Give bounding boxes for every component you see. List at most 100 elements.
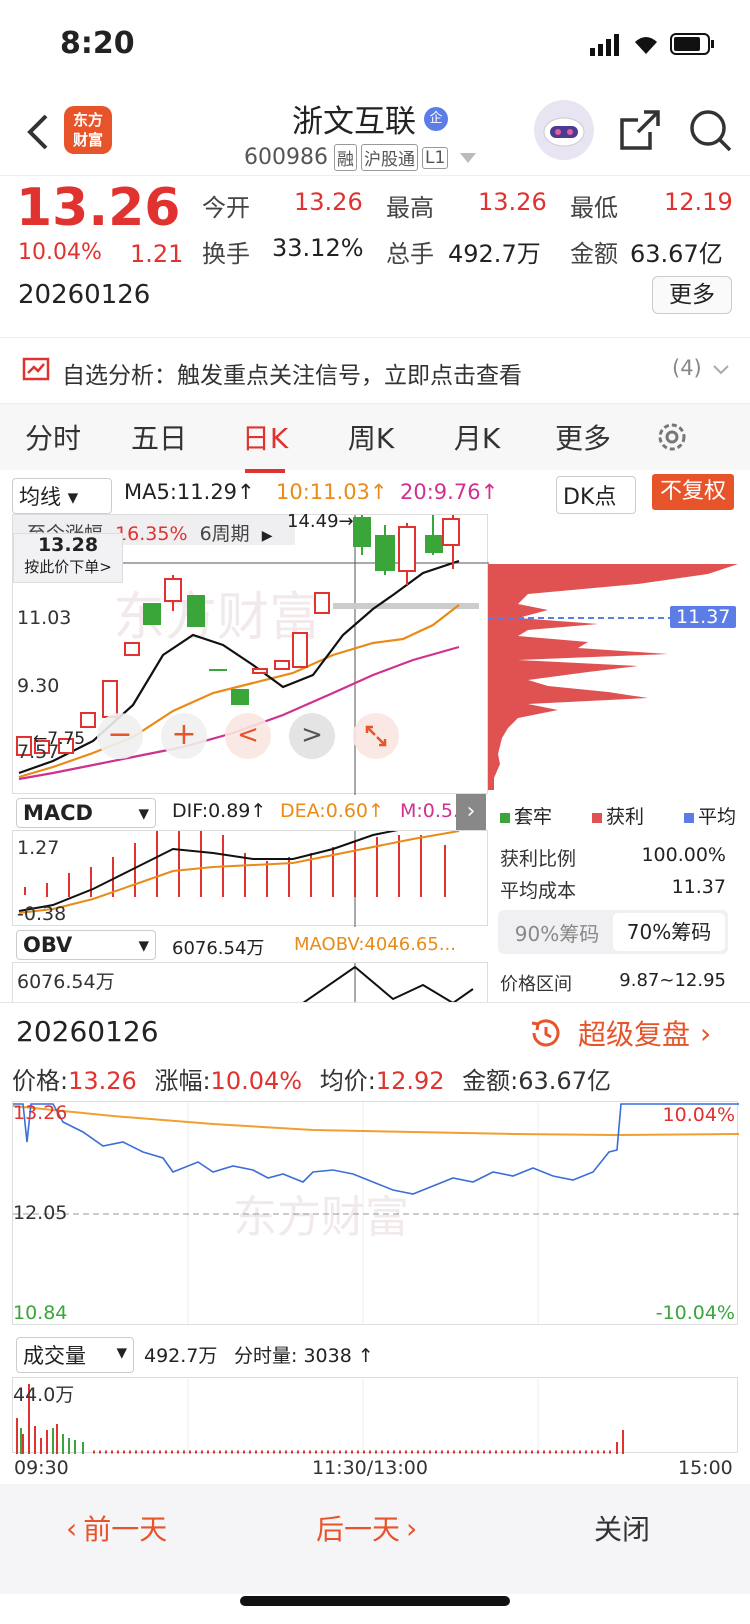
pct-label: 涨幅: — [154, 1067, 211, 1095]
ma-select[interactable]: 均线 ▾ — [12, 478, 112, 514]
volume-chart[interactable]: 44.0万 — [12, 1377, 738, 1454]
stock-title[interactable]: 浙文互联 企 — [292, 96, 448, 141]
obv-select[interactable]: OBV ▾ — [16, 930, 156, 960]
macd-header: MACD ▾ DIF:0.89↑ DEA:0.60↑ M:0.5... › — [0, 794, 488, 830]
change-pct: 10.04% — [18, 240, 102, 265]
zoom-out-button[interactable]: − — [97, 713, 143, 759]
status-bar: 8:20 — [0, 0, 750, 90]
legend-trapped: 套牢 — [500, 802, 552, 829]
chart-alert-icon — [22, 357, 50, 381]
tab-timeshare[interactable]: 分时 — [0, 417, 106, 457]
macd-top-label: 1.27 — [17, 837, 60, 859]
robot-icon — [543, 117, 585, 147]
close-button[interactable]: 关闭 — [594, 1508, 650, 1548]
macd-dif: DIF:0.89↑ — [172, 800, 267, 822]
timeshare-svg: 东方财富 — [13, 1102, 739, 1326]
tab-five-day[interactable]: 五日 — [106, 417, 212, 457]
high-label: 最高 — [386, 194, 434, 222]
high-mark: 14.49→ — [287, 511, 354, 532]
ts-amount-label: 金额: — [462, 1067, 519, 1095]
super-replay-button[interactable]: 超级复盘 › — [526, 1013, 711, 1053]
change-value: 1.21 — [130, 240, 184, 268]
order-price-box[interactable]: 13.28 按此价下单> — [13, 533, 123, 583]
analysis-alert[interactable]: 自选分析：触发重点关注信号，立即点击查看 (4) — [0, 338, 750, 404]
wifi-icon — [635, 37, 657, 54]
ma10-text: 10:11.03 — [276, 480, 370, 504]
tab-daily-k-label: 日K — [241, 422, 289, 455]
dropdown-icon[interactable] — [460, 152, 477, 163]
tab-monthly-k[interactable]: 月K — [424, 417, 530, 457]
more-button[interactable]: 更多 — [652, 276, 732, 314]
badge-level: L1 — [421, 146, 449, 169]
dk-label: DK点 — [563, 485, 617, 510]
kline-header: 均线 ▾ MA5:11.29↑ 10:11.03↑ 20:9.76↑ DK点 不… — [0, 470, 750, 514]
y-label-1: 11.03 — [17, 607, 72, 629]
avg-cost-value: 11.37 — [671, 876, 726, 898]
low-value: 12.19 — [664, 188, 733, 216]
obv-chart[interactable]: 6076.54万 — [12, 962, 488, 1002]
obv-header: OBV ▾ 6076.54万 MAOBV:4046.65... — [0, 928, 488, 962]
chip-legend: 套牢 获利 平均 — [500, 802, 736, 829]
zoom-in-button[interactable]: + — [161, 713, 207, 759]
legend-average: 平均 — [683, 802, 736, 829]
period-tabs: 分时 五日 日K 周K 月K 更多 — [0, 404, 750, 473]
ma20-text: 20:9.76 — [400, 480, 481, 504]
nav-bar: 东方 财富 浙文互联 企 600986 融 沪股通 L1 — [0, 90, 750, 176]
chip-svg — [488, 564, 738, 790]
next-day-button[interactable]: 后一天 › — [316, 1508, 417, 1548]
macd-select[interactable]: MACD ▾ — [16, 798, 156, 828]
price-range-value: 9.87~12.95 — [619, 970, 726, 991]
chip-toggle: 90%筹码 70%筹码 — [498, 910, 728, 954]
chip-stats: 套牢 获利 平均 获利比例 100.00% 平均成本 11.37 90%筹码 7… — [488, 796, 738, 1002]
move-right-button[interactable]: > — [289, 713, 335, 759]
fuquan-button[interactable]: 不复权 — [652, 474, 734, 510]
tab-daily-k[interactable]: 日K — [212, 417, 318, 473]
search-icon[interactable] — [688, 108, 732, 154]
volume-svg — [16, 1378, 624, 1454]
open-value: 13.26 — [294, 188, 363, 216]
pct-value: 10.04% — [210, 1067, 303, 1095]
amount-value: 63.67亿 — [630, 240, 723, 268]
chip-distribution[interactable]: 11.37 — [488, 514, 738, 794]
chip70-tab[interactable]: 70%筹码 — [613, 913, 725, 951]
move-left-button[interactable]: < — [225, 713, 271, 759]
volume-minute: 分时量: 3038 ↑ — [234, 1345, 374, 1367]
super-replay-label: 超级复盘 — [578, 1018, 691, 1051]
tab-more[interactable]: 更多 — [530, 417, 636, 457]
timeshare-chart[interactable]: 东方财富 13.26 12.05 10.84 10.04% -10.04% — [12, 1101, 739, 1326]
kline-chart[interactable]: 东方财富 16.35% 6周期 ▶ 14.49→ 13.28 按此价下单> 11… — [12, 511, 489, 795]
price-value: 13.26 — [68, 1067, 137, 1095]
prev-day-button[interactable]: ‹ 前一天 — [66, 1508, 167, 1548]
timeshare-date: 20260126 — [16, 1015, 159, 1048]
back-icon[interactable] — [24, 112, 52, 152]
low-label: 最低 — [570, 194, 618, 222]
macd-chart[interactable]: 1.27 -0.38 — [12, 830, 488, 927]
share-icon[interactable] — [618, 108, 662, 152]
chevron-right-icon: › — [406, 1511, 418, 1545]
profit-ratio-value: 100.00% — [641, 844, 726, 866]
expand-button[interactable] — [353, 713, 399, 759]
open-label: 今开 — [202, 194, 250, 222]
history-icon — [531, 1019, 560, 1047]
avg-value: 12.92 — [375, 1067, 445, 1095]
expand-right-button[interactable]: › — [456, 794, 486, 830]
chip90-tab[interactable]: 90%筹码 — [501, 918, 613, 947]
next-day-label: 后一天 — [316, 1513, 401, 1546]
volume-select-label: 成交量 — [23, 1344, 86, 1368]
timeshare-info: 价格:13.26 涨幅:10.04% 均价:12.92 金额:63.67亿 — [12, 1061, 611, 1096]
ts-y-bot: 10.84 — [13, 1302, 68, 1324]
last-price: 13.26 — [16, 178, 181, 238]
obv-select-label: OBV — [23, 933, 73, 957]
volume-header: 成交量 ▾ 492.7万 分时量: 3038 ↑ — [0, 1337, 750, 1373]
ma5-text: MA5:11.29 — [124, 480, 238, 504]
volume-label: 总手 — [386, 240, 434, 268]
tab-weekly-k[interactable]: 周K — [318, 417, 424, 457]
ts-y-top: 13.26 — [13, 1102, 68, 1124]
dk-select[interactable]: DK点 — [556, 476, 636, 514]
ma10-value: 10:11.03↑ — [276, 480, 388, 504]
gear-icon[interactable] — [654, 419, 690, 455]
obv-value: 6076.54万 — [172, 938, 265, 959]
robot-avatar[interactable] — [534, 100, 594, 160]
expand-icon — [365, 725, 387, 747]
volume-select[interactable]: 成交量 ▾ — [16, 1337, 134, 1373]
